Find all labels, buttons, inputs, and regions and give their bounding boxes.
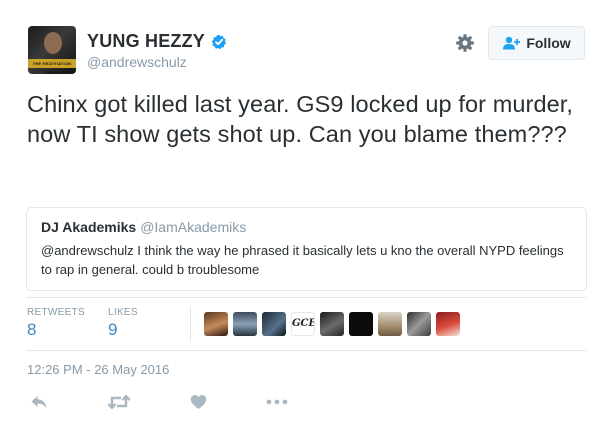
quoted-author-handle: @IamAkademiks bbox=[140, 219, 247, 235]
liker-avatar[interactable] bbox=[378, 312, 402, 336]
retweets-label: RETWEETS bbox=[27, 307, 85, 318]
likes-count: 9 bbox=[108, 320, 118, 339]
liker-avatar[interactable] bbox=[349, 312, 373, 336]
avatar-caption: THE HEZZYIATION TOUR bbox=[32, 61, 72, 74]
gear-icon[interactable] bbox=[455, 33, 475, 53]
tweet-actions bbox=[0, 392, 615, 416]
divider bbox=[26, 350, 587, 351]
liker-avatar[interactable]: GCE bbox=[291, 312, 315, 336]
author-name-row[interactable]: YUNG HEZZY bbox=[87, 31, 227, 52]
like-icon[interactable] bbox=[190, 394, 207, 410]
retweet-icon[interactable] bbox=[108, 395, 130, 409]
follow-button[interactable]: Follow bbox=[488, 26, 585, 60]
quoted-tweet-text: @andrewschulz I think the way he phrased… bbox=[41, 243, 564, 277]
avatar-band: THE HEZZYIATION TOUR bbox=[28, 59, 76, 74]
liker-avatar[interactable] bbox=[436, 312, 460, 336]
author-avatar[interactable]: THE HEZZYIATION TOUR bbox=[28, 26, 76, 74]
tweet-text: Chinx got killed last year. GS9 locked u… bbox=[27, 91, 574, 147]
follow-user-icon bbox=[503, 36, 521, 50]
liker-avatar[interactable] bbox=[407, 312, 431, 336]
liker-avatar[interactable] bbox=[204, 312, 228, 336]
divider bbox=[26, 297, 587, 298]
retweets-stat[interactable]: RETWEETS 8 bbox=[27, 307, 85, 340]
more-icon[interactable] bbox=[266, 399, 288, 405]
quoted-tweet[interactable]: DJ Akademiks @IamAkademiks @andrewschulz … bbox=[26, 207, 587, 291]
liker-avatar[interactable] bbox=[262, 312, 286, 336]
follow-label: Follow bbox=[526, 35, 571, 51]
stats-divider bbox=[190, 306, 191, 342]
verified-icon bbox=[211, 34, 227, 49]
reply-icon[interactable] bbox=[30, 394, 48, 410]
liker-avatars: GCE bbox=[204, 312, 465, 336]
liker-avatar[interactable] bbox=[320, 312, 344, 336]
tweet-timestamp[interactable]: 12:26 PM - 26 May 2016 bbox=[27, 362, 169, 377]
liker-avatar[interactable] bbox=[233, 312, 257, 336]
avatar-face bbox=[44, 32, 62, 54]
top-border bbox=[0, 0, 615, 2]
retweets-count: 8 bbox=[27, 320, 37, 339]
author-name[interactable]: YUNG HEZZY bbox=[87, 31, 205, 52]
likes-stat[interactable]: LIKES 9 bbox=[108, 307, 138, 340]
quoted-tweet-header: DJ Akademiks @IamAkademiks bbox=[41, 219, 572, 235]
likes-label: LIKES bbox=[108, 307, 138, 318]
author-handle[interactable]: @andrewschulz bbox=[87, 54, 187, 70]
quoted-author-name: DJ Akademiks bbox=[41, 219, 137, 235]
